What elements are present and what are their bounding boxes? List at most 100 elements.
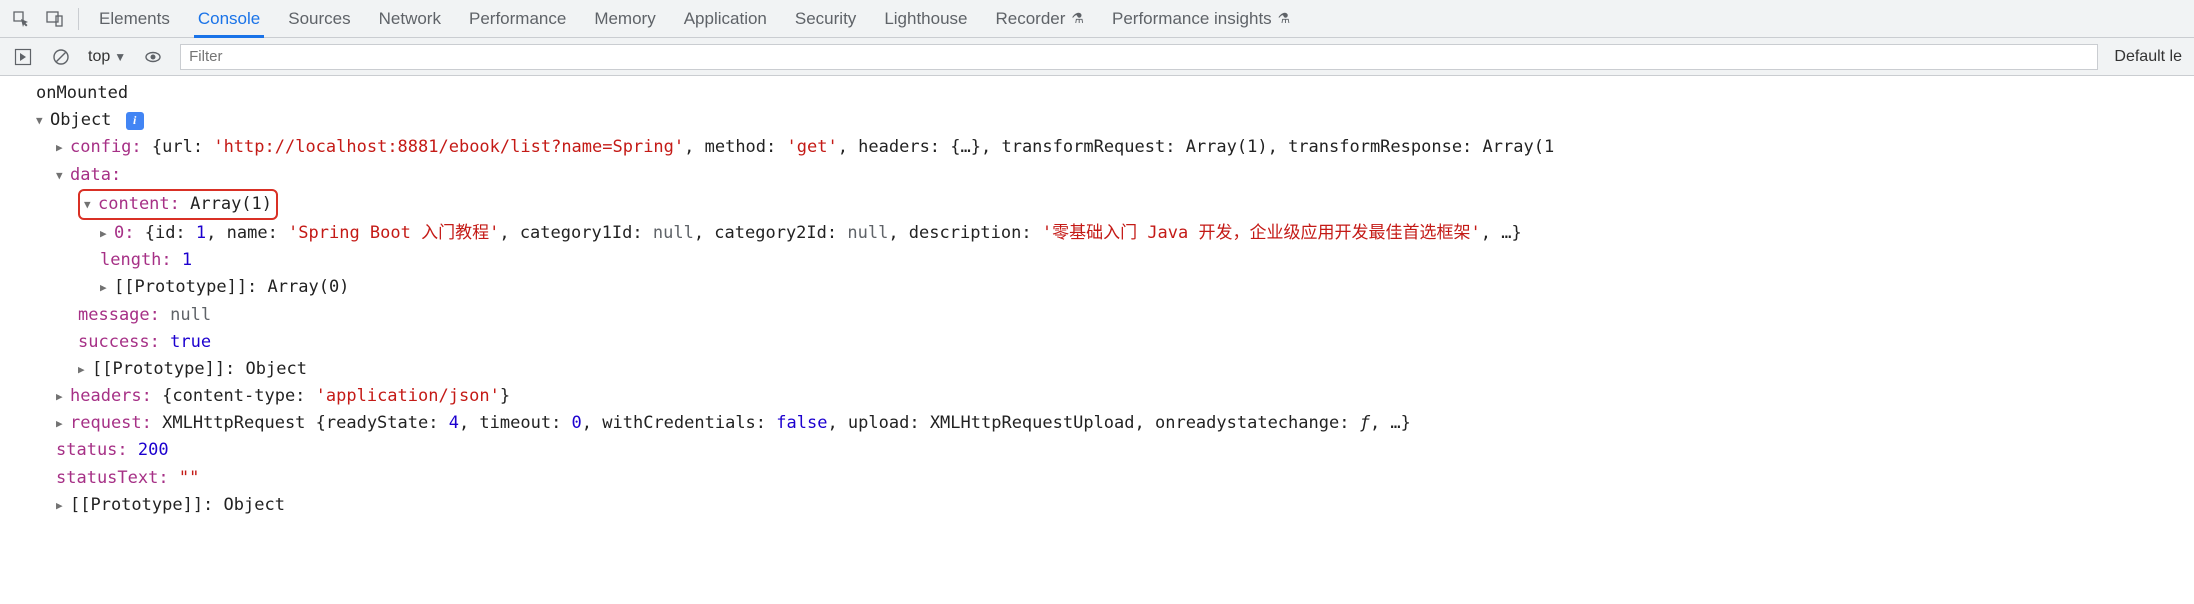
tab-sources[interactable]: Sources bbox=[274, 0, 364, 37]
tab-network[interactable]: Network bbox=[365, 0, 455, 37]
prop-text: {content-type: bbox=[162, 386, 316, 406]
prop-text: , category2Id: bbox=[694, 223, 848, 243]
highlighted-region: content: Array(1) bbox=[78, 189, 278, 220]
prop-number: 4 bbox=[449, 413, 459, 433]
expand-toggle[interactable] bbox=[56, 495, 70, 515]
prop-key: [[Prototype]]: bbox=[70, 495, 224, 515]
tab-lighthouse[interactable]: Lighthouse bbox=[870, 0, 981, 37]
tab-label: Recorder bbox=[996, 9, 1066, 29]
expand-toggle[interactable] bbox=[56, 165, 70, 185]
prop-number: 1 bbox=[196, 223, 206, 243]
prop-string: 'application/json' bbox=[316, 386, 500, 406]
prop-text: Array(1 bbox=[1483, 137, 1555, 157]
tab-label: Network bbox=[379, 9, 441, 29]
prop-value: Object bbox=[224, 495, 285, 515]
prop-key: data: bbox=[70, 165, 121, 185]
prop-key: headers: bbox=[70, 386, 162, 406]
object-root[interactable]: Object i bbox=[8, 107, 2194, 134]
tab-console[interactable]: Console bbox=[184, 0, 274, 37]
object-label: Object bbox=[50, 110, 111, 130]
expand-toggle[interactable] bbox=[100, 223, 114, 243]
live-expression-icon[interactable] bbox=[138, 42, 168, 72]
prop-key: status: bbox=[56, 440, 138, 460]
property-headers[interactable]: headers: {content-type: 'application/jso… bbox=[8, 383, 2194, 410]
tab-performance[interactable]: Performance bbox=[455, 0, 580, 37]
prop-key: [[Prototype]]: bbox=[92, 359, 246, 379]
tab-label: Application bbox=[684, 9, 767, 29]
prop-value: Object bbox=[246, 359, 307, 379]
prop-value: Array(1) bbox=[190, 194, 272, 214]
tab-security[interactable]: Security bbox=[781, 0, 870, 37]
prop-text: } bbox=[500, 386, 510, 406]
array-prototype[interactable]: [[Prototype]]: Array(0) bbox=[8, 274, 2194, 301]
tab-label: Memory bbox=[594, 9, 655, 29]
prop-string: 'http://localhost:8881/ebook/list?name=S… bbox=[213, 137, 684, 157]
flask-icon: ⚗ bbox=[1278, 10, 1291, 27]
expand-toggle[interactable] bbox=[56, 137, 70, 157]
tab-elements[interactable]: Elements bbox=[85, 0, 184, 37]
prop-number: 200 bbox=[138, 440, 169, 460]
tab-label: Lighthouse bbox=[884, 9, 967, 29]
prop-key: message: bbox=[78, 305, 170, 325]
tab-recorder[interactable]: Recorder ⚗ bbox=[982, 0, 1098, 37]
expand-toggle[interactable] bbox=[56, 386, 70, 406]
chevron-down-icon: ▼ bbox=[114, 50, 126, 64]
property-data[interactable]: data: bbox=[8, 162, 2194, 189]
prop-bool: false bbox=[776, 413, 827, 433]
prop-key: config: bbox=[70, 137, 142, 157]
property-config[interactable]: config: {url: 'http://localhost:8881/ebo… bbox=[8, 134, 2194, 161]
prop-null: null bbox=[847, 223, 888, 243]
filter-input[interactable] bbox=[180, 44, 2098, 70]
prop-number: 1 bbox=[182, 250, 192, 270]
prop-number: 0 bbox=[572, 413, 582, 433]
prop-string: '零基础入门 Java 开发，企业级应用开发最佳首选框架' bbox=[1042, 223, 1481, 243]
prop-string: 'get' bbox=[787, 137, 838, 157]
expand-toggle[interactable] bbox=[36, 110, 50, 130]
expand-toggle[interactable] bbox=[78, 359, 92, 379]
tab-application[interactable]: Application bbox=[670, 0, 781, 37]
prop-null: null bbox=[170, 305, 211, 325]
prop-text: , transformRequest: bbox=[981, 137, 1186, 157]
prop-function: ƒ bbox=[1360, 413, 1370, 433]
prop-value: Array(0) bbox=[268, 277, 350, 297]
prop-string: "" bbox=[179, 468, 199, 488]
property-request[interactable]: request: XMLHttpRequest {readyState: 4, … bbox=[8, 410, 2194, 437]
prop-text: XMLHttpRequestUpload bbox=[930, 413, 1135, 433]
log-line: onMounted bbox=[8, 80, 2194, 107]
clear-console-icon[interactable] bbox=[46, 42, 76, 72]
property-content[interactable]: content: Array(1) bbox=[8, 189, 2194, 220]
log-text: onMounted bbox=[36, 83, 128, 103]
tab-memory[interactable]: Memory bbox=[580, 0, 669, 37]
expand-toggle[interactable] bbox=[84, 194, 98, 214]
array-length: length: 1 bbox=[8, 247, 2194, 274]
prop-text: , transformResponse: bbox=[1268, 137, 1483, 157]
prop-text: , timeout: bbox=[459, 413, 572, 433]
info-icon[interactable]: i bbox=[126, 112, 144, 130]
levels-label: Default le bbox=[2114, 48, 2182, 65]
context-selector[interactable]: top ▼ bbox=[80, 48, 134, 66]
object-prototype[interactable]: [[Prototype]]: Object bbox=[8, 492, 2194, 519]
tab-label: Console bbox=[198, 9, 260, 29]
tab-label: Sources bbox=[288, 9, 350, 29]
prop-key: [[Prototype]]: bbox=[114, 277, 268, 297]
execute-icon[interactable] bbox=[8, 42, 38, 72]
devtools-tabs: Elements Console Sources Network Perform… bbox=[85, 0, 1304, 37]
prop-text: , method: bbox=[684, 137, 786, 157]
prop-text: {url: bbox=[152, 137, 213, 157]
console-toolbar: top ▼ Default le bbox=[0, 38, 2194, 76]
device-toggle-icon[interactable] bbox=[40, 4, 70, 34]
array-item-0[interactable]: 0: {id: 1, name: 'Spring Boot 入门教程', cat… bbox=[8, 220, 2194, 247]
expand-toggle[interactable] bbox=[100, 277, 114, 297]
data-prototype[interactable]: [[Prototype]]: Object bbox=[8, 356, 2194, 383]
log-levels-selector[interactable]: Default le bbox=[2106, 48, 2190, 66]
inspect-icon[interactable] bbox=[6, 4, 36, 34]
flask-icon: ⚗ bbox=[1071, 10, 1084, 27]
tab-performance-insights[interactable]: Performance insights⚗ bbox=[1098, 0, 1304, 37]
prop-key: 0: bbox=[114, 223, 145, 243]
tab-label: Performance bbox=[469, 9, 566, 29]
prop-key: content: bbox=[98, 194, 190, 214]
prop-key: length: bbox=[100, 250, 182, 270]
property-message: message: null bbox=[8, 302, 2194, 329]
expand-toggle[interactable] bbox=[56, 413, 70, 433]
prop-text: , upload: bbox=[827, 413, 929, 433]
